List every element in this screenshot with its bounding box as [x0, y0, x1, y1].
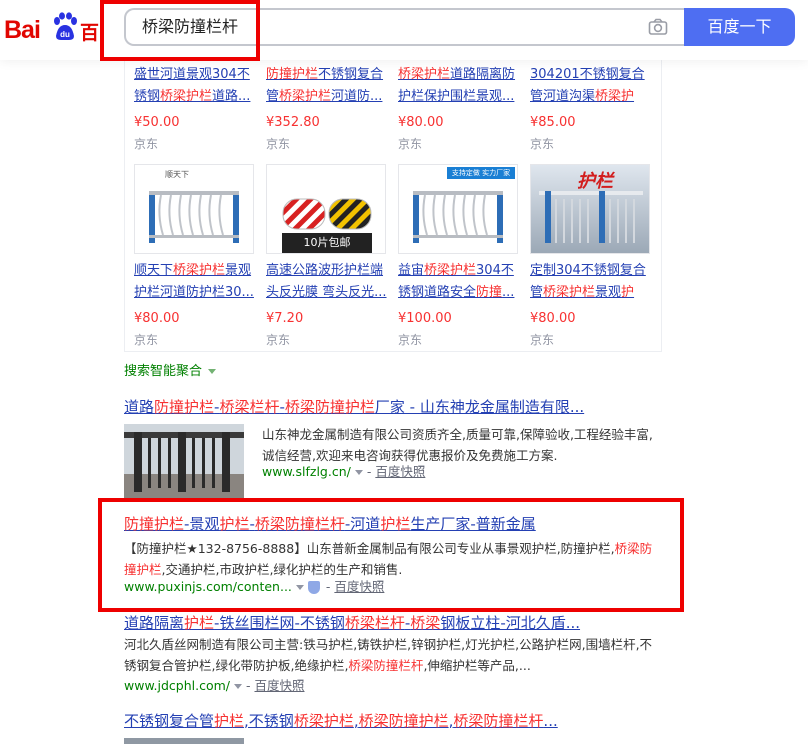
- chevron-down-icon: [208, 369, 217, 374]
- product-title[interactable]: 益宙桥梁护栏304不锈钢道路安全防撞...: [398, 260, 521, 304]
- snapshot-link[interactable]: 百度快照: [254, 678, 304, 693]
- image-label: 10片包邮: [282, 233, 372, 253]
- product-title[interactable]: 定制304不锈钢复合管桥梁护栏景观护栏...: [530, 260, 653, 304]
- product-price: ¥80.00: [134, 311, 180, 326]
- product-image[interactable]: 10片包邮: [266, 164, 386, 254]
- result-title[interactable]: 不锈钢复合管护栏,不锈钢桥梁护栏,桥梁防撞护栏,桥梁防撞栏杆...: [124, 710, 558, 732]
- result-thumbnail[interactable]: [124, 424, 244, 498]
- product-card[interactable]: 盛世河道景观304不锈钢桥梁护栏道路... ¥50.00 京东: [134, 64, 257, 152]
- product-card[interactable]: 304201不锈钢复合管河道沟渠桥梁护栏... ¥85.00 京东: [530, 64, 653, 152]
- image-label: 顺天下: [165, 170, 189, 179]
- search-button[interactable]: 百度一下: [684, 8, 795, 46]
- product-card[interactable]: 防撞护栏不锈钢复合管桥梁护栏河道防... ¥352.80 京东: [266, 64, 389, 152]
- product-title[interactable]: 304201不锈钢复合管河道沟渠桥梁护栏...: [530, 64, 653, 108]
- product-card[interactable]: 护栏 定制304不锈钢复合管桥梁护栏景观护栏... ¥80.00 京东: [530, 164, 653, 348]
- product-shop: 京东: [398, 137, 423, 151]
- product-price: ¥50.00: [134, 115, 180, 130]
- result-highlight-box: [98, 498, 684, 612]
- product-card[interactable]: 桥梁护栏道路隔离防护栏保护围栏景观... ¥80.00 京东: [398, 64, 521, 152]
- result-url[interactable]: www.jdcphl.com/: [124, 678, 230, 693]
- result-title[interactable]: 道路隔离护栏-铁丝围栏网-不锈钢桥梁栏杆-桥梁钢板立柱-河北久盾...: [124, 612, 580, 634]
- baidu-logo[interactable]: Bai du 百度: [4, 12, 104, 48]
- product-card[interactable]: 顺天下 顺天下桥梁护栏景观护栏河道防护栏30... ¥80.00 京东: [134, 164, 257, 348]
- product-image[interactable]: 支持定做 实力厂家: [398, 164, 518, 254]
- result-url[interactable]: www.slfzlg.cn/: [262, 464, 351, 479]
- product-shop: 京东: [134, 137, 159, 151]
- product-price: ¥352.80: [266, 115, 320, 130]
- image-label: 支持定做 实力厂家: [447, 167, 515, 179]
- railing-image-icon: [539, 191, 643, 243]
- product-price: ¥100.00: [398, 311, 452, 326]
- product-shop: 京东: [398, 333, 423, 347]
- result-thumbnail[interactable]: [124, 738, 244, 744]
- product-title[interactable]: 顺天下桥梁护栏景观护栏河道防护栏30...: [134, 260, 257, 304]
- smart-aggregation-toggle[interactable]: 搜索智能聚合: [124, 360, 217, 379]
- product-title[interactable]: 高速公路波形护栏端头反光膜 弯头反光...: [266, 260, 389, 304]
- reflective-film-image-icon: [282, 198, 372, 230]
- paw-icon: du: [54, 12, 77, 40]
- product-image[interactable]: 护栏: [530, 164, 650, 254]
- logo-text: Bai: [4, 16, 41, 44]
- product-price: ¥7.20: [266, 311, 304, 326]
- chevron-down-icon[interactable]: [354, 470, 363, 475]
- railing-image-icon: [413, 191, 503, 243]
- product-title[interactable]: 桥梁护栏道路隔离防护栏保护围栏景观...: [398, 64, 521, 108]
- image-label: 护栏: [577, 171, 613, 192]
- product-card[interactable]: 支持定做 实力厂家 益宙桥梁护栏304不锈钢道路安全防撞... ¥100.00 …: [398, 164, 521, 348]
- aggregation-label: 搜索智能聚合: [124, 364, 203, 379]
- product-shop: 京东: [266, 137, 291, 151]
- railing-image-icon: [149, 191, 239, 243]
- svg-text:du: du: [60, 30, 70, 39]
- product-image[interactable]: 顺天下: [134, 164, 254, 254]
- railing-photo-icon: [124, 424, 244, 498]
- snapshot-link[interactable]: 百度快照: [375, 464, 425, 479]
- product-price: ¥80.00: [530, 311, 576, 326]
- result-description: 山东神龙金属制造有限公司资质齐全,质量可靠,保障验收,工程经验丰富,诚信经营,欢…: [262, 427, 653, 463]
- product-title[interactable]: 防撞护栏不锈钢复合管桥梁护栏河道防...: [266, 64, 389, 108]
- product-shop: 京东: [266, 333, 291, 347]
- product-shop: 京东: [530, 333, 555, 347]
- result-title[interactable]: 道路防撞护栏-桥梁栏杆-桥梁防撞护栏厂家 - 山东神龙金属制造有限...: [124, 396, 584, 418]
- result-url-line: www.slfzlg.cn/- 百度快照: [262, 464, 426, 479]
- search-highlight-box: [100, 0, 260, 61]
- product-shop: 京东: [134, 333, 159, 347]
- result-url-line: www.jdcphl.com/- 百度快照: [124, 678, 305, 693]
- product-price: ¥85.00: [530, 115, 576, 130]
- product-price: ¥80.00: [398, 115, 444, 130]
- result-description: 河北久盾丝网制造有限公司主营:铁马护栏,铸铁护栏,锌钢护栏,灯光护栏,公路护栏网…: [124, 637, 653, 673]
- camera-icon[interactable]: [648, 18, 668, 36]
- product-title[interactable]: 盛世河道景观304不锈钢桥梁护栏道路...: [134, 64, 257, 108]
- product-card[interactable]: 10片包邮 高速公路波形护栏端头反光膜 弯头反光... ¥7.20 京东: [266, 164, 389, 348]
- product-shop: 京东: [530, 137, 555, 151]
- chevron-down-icon[interactable]: [234, 684, 242, 689]
